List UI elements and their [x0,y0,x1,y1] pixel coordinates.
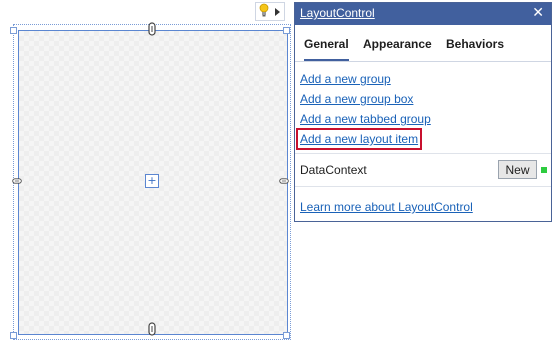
anchor-right-icon[interactable] [279,176,289,186]
layout-control-actions-panel: LayoutControl ✕ General Appearance Behav… [294,2,552,222]
tab-appearance[interactable]: Appearance [363,37,432,51]
selection-handle-bottom-right[interactable] [283,332,290,339]
anchor-left-icon[interactable] [12,176,22,186]
tab-behaviors[interactable]: Behaviors [446,37,504,51]
tab-general[interactable]: General [304,37,349,61]
datacontext-status-indicator [541,167,547,173]
selection-handle-bottom-left[interactable] [10,332,17,339]
panel-header: LayoutControl ✕ [295,3,551,25]
lightbulb-icon [259,2,269,21]
add-item-icon[interactable]: + [145,174,159,188]
datacontext-label: DataContext [300,163,367,177]
add-new-layout-item-link[interactable]: Add a new layout item [295,128,423,150]
anchor-bottom-icon[interactable] [147,322,157,336]
close-icon[interactable]: ✕ [532,5,544,21]
panel-title-link[interactable]: LayoutControl [300,6,375,20]
expand-arrow-icon [275,7,280,16]
anchor-top-icon[interactable] [147,22,157,36]
divider [295,186,551,187]
panel-tabs: General Appearance Behaviors [295,25,551,62]
add-new-group-box-link[interactable]: Add a new group box [300,92,413,106]
learn-more-link[interactable]: Learn more about LayoutControl [300,200,473,214]
selection-handle-top-right[interactable] [283,27,290,34]
add-new-group-link[interactable]: Add a new group [300,72,391,86]
datacontext-new-button[interactable]: New [498,160,537,179]
divider [295,153,551,154]
add-new-tabbed-group-link[interactable]: Add a new tabbed group [300,112,431,126]
selection-handle-top-left[interactable] [10,27,17,34]
smart-tag-button[interactable] [255,2,285,21]
